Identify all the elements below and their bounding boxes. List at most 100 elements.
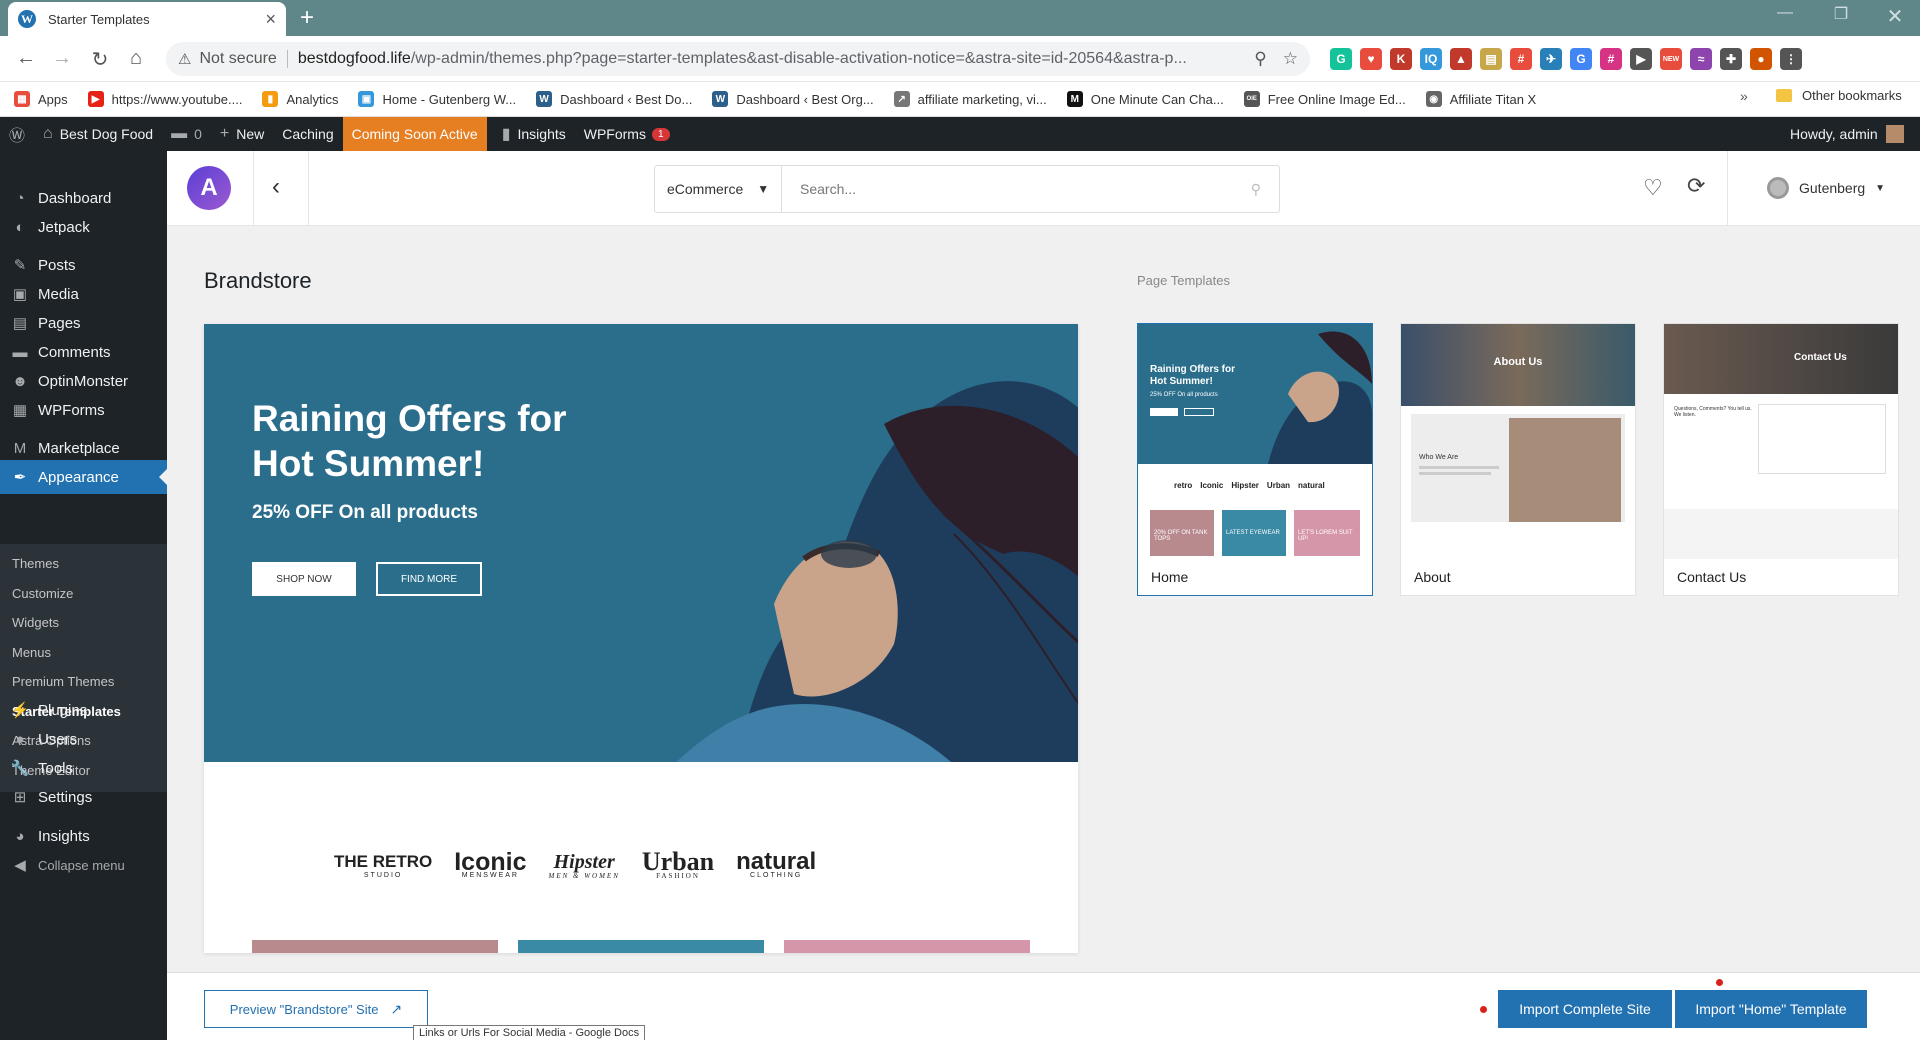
play-ext-icon[interactable]: ▶: [1630, 48, 1652, 70]
coming-soon-badge[interactable]: Coming Soon Active: [342, 117, 487, 151]
sidebar-item-jetpack[interactable]: ◐ Jetpack: [0, 210, 167, 244]
forward-icon[interactable]: →: [50, 47, 74, 70]
k-ext-icon[interactable]: K: [1390, 48, 1412, 70]
wp-logo[interactable]: Ⓦ: [0, 117, 34, 151]
pink-hash-ext-icon[interactable]: #: [1600, 48, 1622, 70]
profile-icon[interactable]: ●: [1750, 48, 1772, 70]
submenu-item-themes[interactable]: Themes: [12, 556, 59, 571]
heart-ext-icon[interactable]: ♥: [1360, 48, 1382, 70]
bookmark-label: Home - Gutenberg W...: [382, 91, 517, 107]
bookmark-item[interactable]: ▦ Apps: [14, 91, 68, 107]
back-icon[interactable]: ←: [14, 47, 38, 70]
bookmark-item[interactable]: ◉ Affiliate Titan X: [1425, 91, 1536, 107]
bookmark-item[interactable]: M One Minute Can Cha...: [1066, 91, 1224, 107]
sidebar-item-label: Media: [38, 285, 79, 303]
bookmark-item[interactable]: W Dashboard ‹ Best Do...: [536, 91, 692, 107]
divider: [253, 151, 254, 226]
red-chart-ext-icon[interactable]: ▲: [1450, 48, 1472, 70]
import-complete-site-button[interactable]: Import Complete Site: [1498, 990, 1672, 1028]
close-window-icon[interactable]: ✕: [1875, 4, 1915, 29]
account-menu[interactable]: Howdy, admin: [1790, 117, 1904, 151]
admin-bar-insights[interactable]: ▮ Insights: [493, 117, 575, 151]
bookmark-favicon-icon: ◉: [1425, 91, 1442, 107]
admin-bar-wpforms[interactable]: WPForms 1: [575, 117, 679, 151]
close-tab-icon[interactable]: ×: [265, 9, 276, 30]
sidebar-item-appearance[interactable]: ✒ Appearance: [0, 460, 167, 494]
bookmark-item[interactable]: ▶ https://www.youtube....: [87, 91, 242, 107]
sync-icon[interactable]: ⟳: [1687, 173, 1705, 199]
find-more-button[interactable]: FIND MORE: [376, 562, 482, 596]
grammarly-icon[interactable]: G: [1330, 48, 1352, 70]
jetpack-icon: ◐: [15, 218, 25, 236]
sidebar-item-label: Plugins: [38, 701, 88, 719]
admin-bar-comments[interactable]: ▬ 0: [162, 117, 211, 151]
url-text: bestdogfood.life/wp-admin/themes.php?pag…: [298, 50, 1238, 68]
bookmark-label: Analytics: [286, 91, 339, 107]
mini-hero-subtitle: 25% OFF On all products: [1150, 392, 1218, 398]
sidebar-item-wpforms[interactable]: ▦ WPForms: [0, 393, 167, 427]
wpforms-label: WPForms: [583, 126, 646, 142]
wing-ext-icon[interactable]: ✈: [1540, 48, 1562, 70]
back-chevron-icon[interactable]: ‹: [272, 173, 280, 201]
template-title: Brandstore: [204, 268, 312, 293]
external-link-icon: ↗: [390, 1000, 403, 1017]
bookmark-favicon-icon: ▣: [358, 91, 375, 107]
astra-logo-icon[interactable]: A: [187, 166, 231, 210]
sidebar-item-collapse[interactable]: ◀ Collapse menu: [0, 848, 167, 882]
maximize-icon[interactable]: ❐: [1821, 4, 1861, 24]
shop-now-button[interactable]: SHOP NOW: [252, 562, 356, 596]
favorites-heart-icon[interactable]: ♡: [1643, 175, 1663, 201]
admin-bar-caching[interactable]: Caching: [273, 117, 342, 151]
reload-icon[interactable]: ↻: [88, 47, 112, 72]
submenu-item-widgets[interactable]: Widgets: [12, 615, 59, 630]
submenu-item-menus[interactable]: Menus: [12, 645, 51, 660]
import-home-template-button[interactable]: Import "Home" Template: [1675, 990, 1867, 1028]
other-bookmarks[interactable]: Other bookmarks: [1776, 88, 1902, 103]
translate-ext-icon[interactable]: G: [1570, 48, 1592, 70]
bar-chart-icon: ▮: [501, 126, 511, 143]
submenu-item-premium-themes[interactable]: Premium Themes: [12, 674, 114, 689]
iq-ext-icon[interactable]: IQ: [1420, 48, 1442, 70]
category-select[interactable]: eCommerce ▼: [654, 165, 782, 213]
new-tab-button[interactable]: +: [300, 4, 314, 32]
browser-tab[interactable]: W Starter Templates ×: [8, 2, 286, 36]
bookmark-star-icon[interactable]: ☆: [1283, 49, 1298, 69]
browser-toolbar: ← → ↻ ⌂ ⚠ Not secure bestdogfood.life/wp…: [0, 36, 1920, 82]
page-templates-label: Page Templates: [1137, 273, 1230, 288]
admin-bar-site[interactable]: ⌂ Best Dog Food: [34, 117, 162, 151]
submenu-item-customize[interactable]: Customize: [12, 586, 73, 601]
notes-ext-icon[interactable]: ▤: [1480, 48, 1502, 70]
bookmarks-overflow-button[interactable]: »: [1740, 88, 1748, 104]
bookmark-item[interactable]: ▣ Home - Gutenberg W...: [358, 91, 516, 107]
bookmark-item[interactable]: W Dashboard ‹ Best Org...: [712, 91, 874, 107]
mini-page-subtitle: Questions, Comments? You tell us. We lis…: [1674, 406, 1752, 418]
page-builder-select[interactable]: Gutenberg ▼: [1767, 177, 1885, 199]
bookmark-item[interactable]: ↗ affiliate marketing, vi...: [893, 91, 1047, 107]
brush-icon: ✒: [13, 469, 27, 486]
template-card-home[interactable]: Raining Offers for Hot Summer! 25% OFF O…: [1137, 323, 1373, 596]
admin-bar-new[interactable]: + New: [211, 117, 273, 151]
bookmark-item[interactable]: OIE Free Online Image Ed...: [1243, 91, 1406, 107]
new-ext-icon[interactable]: NEW: [1660, 48, 1682, 70]
wordpress-favicon-icon: W: [18, 10, 36, 28]
menu-icon[interactable]: ⋮: [1780, 48, 1802, 70]
template-search-input[interactable]: Search... ⚲: [782, 165, 1280, 213]
bookmark-item[interactable]: ▮ Analytics: [262, 91, 338, 107]
address-bar[interactable]: ⚠ Not secure bestdogfood.life/wp-admin/t…: [166, 42, 1310, 76]
bookmark-label: Apps: [38, 91, 68, 107]
preview-site-button[interactable]: Preview "Brandstore" Site ↗: [204, 990, 428, 1028]
template-card-contact[interactable]: Contact Us Questions, Comments? You tell…: [1663, 323, 1899, 596]
sidebar-item-settings[interactable]: ⊞ Settings: [0, 780, 167, 814]
chart-ext-icon[interactable]: ≈: [1690, 48, 1712, 70]
minimize-icon[interactable]: —: [1765, 4, 1805, 22]
puzzle-icon[interactable]: ✚: [1720, 48, 1742, 70]
home-icon[interactable]: ⌂: [124, 47, 148, 70]
bookmark-label: One Minute Can Cha...: [1090, 91, 1224, 107]
sidebar-item-label: OptinMonster: [38, 372, 129, 390]
sidebar-item-label: WPForms: [38, 401, 105, 419]
template-preview[interactable]: Raining Offers for Hot Summer! 25% OFF O…: [204, 324, 1078, 953]
bookmark-favicon-icon: W: [536, 91, 553, 107]
template-card-about[interactable]: About Us Who We Are About: [1400, 323, 1636, 596]
zoom-search-icon[interactable]: ⚲: [1254, 49, 1266, 69]
hash-ext-icon[interactable]: #: [1510, 48, 1532, 70]
